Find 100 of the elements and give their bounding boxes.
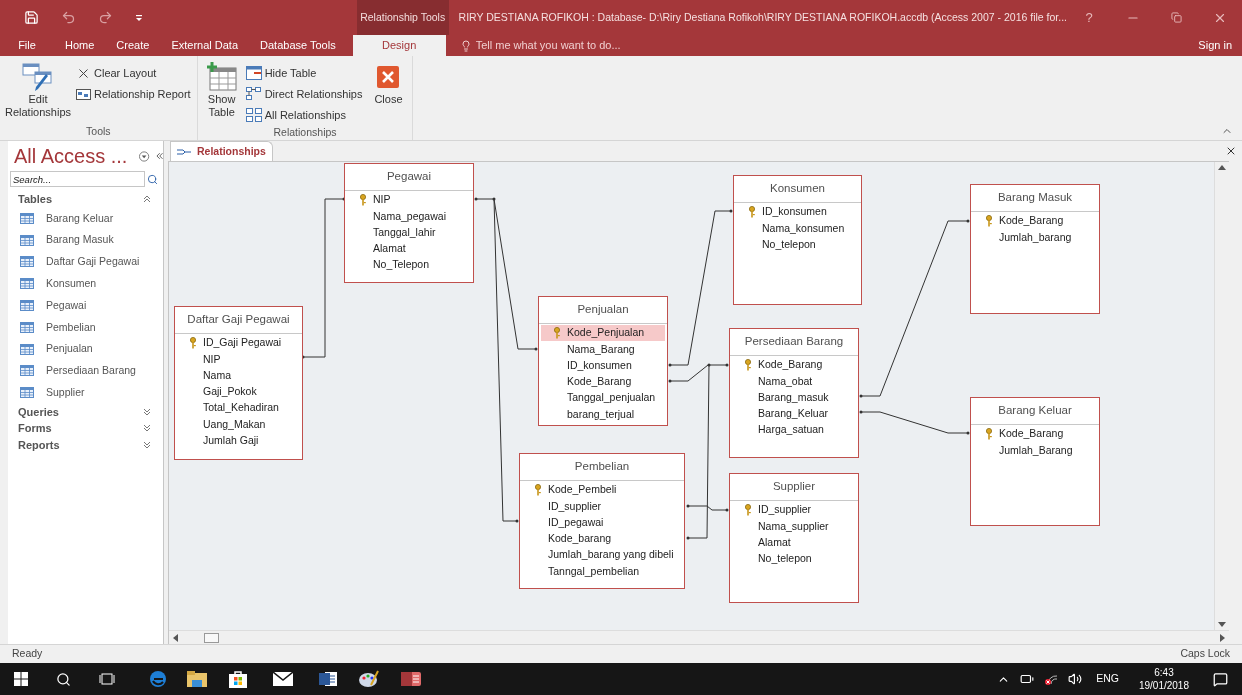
table-box[interactable]: Supplier ID_supplier Nama_supplier Alamat No_telepon — [729, 473, 859, 603]
ribbon-tab[interactable]: Database Tools — [249, 35, 347, 56]
field-name[interactable]: Nama_supplier — [758, 518, 829, 535]
navigation-group[interactable]: Queries — [8, 403, 163, 421]
battery-icon[interactable] — [1020, 672, 1035, 686]
search-icon[interactable] — [56, 671, 71, 687]
field-name[interactable]: ID_Gaji Pegawai — [203, 335, 282, 351]
navigation-item[interactable]: Supplier — [8, 381, 163, 404]
ribbon-tab[interactable]: File — [0, 35, 54, 56]
scroll-right-icon[interactable] — [1220, 633, 1226, 642]
field-name[interactable]: No_telepon — [758, 551, 812, 567]
network-disconnected-icon[interactable] — [1044, 673, 1059, 685]
field-name[interactable]: No_telepon — [762, 236, 816, 253]
paint-palette-icon[interactable] — [359, 670, 379, 688]
search-field[interactable]: Search... — [10, 171, 145, 187]
ribbon-button[interactable]: Direct Relationships — [245, 84, 365, 104]
field-name[interactable]: Harga_satuan — [758, 422, 824, 439]
field-name[interactable]: Tanggal_lahir — [373, 224, 436, 241]
field-name[interactable]: Tanggal_penjualan — [567, 390, 656, 407]
field-name[interactable]: Jumlah_barang — [999, 229, 1072, 246]
table-box[interactable]: Pegawai NIP Nama_pegawai Tanggal_lahir Alamat No_Telepon — [344, 163, 474, 283]
ribbon-button[interactable]: Show Table — [201, 60, 242, 125]
field-name[interactable]: No_Telepon — [373, 257, 430, 274]
table-box[interactable]: Barang Keluar Kode_Barang Jumlah_Barang — [970, 397, 1100, 526]
volume-icon[interactable] — [1068, 672, 1083, 686]
field-name[interactable]: Jumlah Gaji — [203, 433, 259, 449]
field-name[interactable]: Alamat — [758, 534, 791, 551]
sign-in-link[interactable]: Sign in — [1198, 35, 1242, 56]
field-name[interactable]: ID_pegawai — [548, 514, 604, 531]
close-document-icon[interactable] — [1225, 145, 1237, 157]
notifications-icon[interactable] — [1213, 671, 1228, 687]
relationship-line[interactable] — [686, 363, 711, 540]
folder-icon[interactable] — [187, 671, 207, 687]
ribbon-tab[interactable]: Create — [105, 35, 161, 56]
field-name[interactable]: Jumlah_Barang — [999, 442, 1073, 459]
ribbon-button[interactable]: Close — [368, 60, 409, 125]
field-name[interactable]: Nama_Barang — [567, 341, 635, 358]
ribbon-tab[interactable]: Home — [54, 35, 106, 56]
navigation-item[interactable]: Penjualan — [8, 338, 163, 361]
scroll-thumb[interactable] — [204, 632, 219, 643]
navigation-item[interactable]: Daftar Gaji Pegawai — [8, 251, 163, 273]
ribbon-button[interactable]: Clear Layout — [76, 63, 193, 83]
field-name[interactable]: NIP — [373, 192, 391, 208]
task-view-icon[interactable] — [99, 673, 115, 685]
field-name[interactable]: Kode_barang — [548, 531, 612, 547]
navigation-item[interactable]: Barang Keluar — [8, 207, 163, 230]
browser-icon[interactable] — [149, 670, 167, 688]
field-name[interactable]: Uang_Makan — [203, 416, 266, 433]
field-name[interactable]: Gaji_Pokok — [203, 384, 257, 400]
mail-icon[interactable] — [273, 672, 293, 686]
field-name[interactable]: Kode_Barang — [567, 374, 632, 390]
undo-icon[interactable] — [61, 10, 76, 25]
table-box[interactable]: Pembelian Kode_Pembeli ID_supplier ID_pegawai Kode_barang Jumlah_barang yang dibeli Tanngal_pembelian — [519, 453, 685, 589]
field-name[interactable]: Barang_masuk — [758, 389, 829, 406]
navigation-item[interactable]: Persediaan Barang — [8, 360, 163, 382]
field-name[interactable]: ID_konsumen — [567, 357, 632, 374]
redo-icon[interactable] — [98, 10, 113, 25]
restore-icon[interactable] — [1171, 12, 1182, 23]
field-name[interactable]: Kode_Barang — [758, 357, 823, 373]
ribbon-tab[interactable]: Design — [352, 35, 446, 56]
navigation-item[interactable]: Pegawai — [8, 294, 163, 317]
ribbon-button[interactable]: Hide Table — [245, 63, 365, 83]
ribbon-button[interactable]: Edit Relationships — [4, 60, 72, 124]
database-app-icon[interactable] — [401, 670, 421, 688]
navigation-item[interactable]: Konsumen — [8, 272, 163, 295]
field-name[interactable]: Tanngal_pembelian — [548, 563, 640, 580]
table-box[interactable]: Persediaan Barang Kode_Barang Nama_obat Barang_masuk Barang_Keluar Harga_satuan — [729, 328, 859, 458]
relationship-line[interactable] — [668, 363, 729, 383]
field-name[interactable]: Alamat — [373, 241, 406, 257]
dropdown-icon[interactable] — [139, 150, 150, 162]
field-name[interactable]: barang_terjual — [567, 406, 635, 423]
field-name[interactable]: Total_Kehadiran — [203, 400, 279, 417]
customize-icon[interactable] — [135, 13, 143, 22]
field-name[interactable]: Jumlah_barang yang dibeli — [548, 547, 674, 564]
horizontal-scrollbar[interactable] — [169, 630, 1229, 644]
field-name[interactable]: ID_konsumen — [762, 204, 827, 220]
table-box[interactable]: Daftar Gaji Pegawai ID_Gaji Pegawai NIP Nama Gaji_Pokok Total_Kehadiran Uang_Makan Jumlah Gaji — [174, 306, 303, 460]
scroll-up-icon[interactable] — [1218, 164, 1226, 170]
start-icon[interactable] — [14, 672, 28, 686]
language-indicator[interactable]: ENG — [1096, 671, 1119, 687]
scroll-left-icon[interactable] — [172, 633, 178, 642]
save-icon[interactable] — [24, 10, 39, 25]
navigation-group[interactable]: Reports — [8, 436, 163, 454]
ribbon-button[interactable]: All Relationships — [245, 105, 365, 125]
field-name[interactable]: Kode_Penjualan — [567, 325, 645, 341]
ribbon-tab[interactable]: External Data — [160, 35, 250, 56]
field-name[interactable]: Nama_pegawai — [373, 208, 446, 225]
field-name[interactable]: Kode_Pembeli — [548, 482, 617, 498]
vertical-scrollbar[interactable] — [1214, 162, 1229, 630]
help-button[interactable]: ? — [1067, 7, 1111, 28]
table-box[interactable]: Barang Masuk Kode_Barang Jumlah_barang — [970, 184, 1100, 314]
field-name[interactable]: Nama_konsumen — [762, 220, 845, 237]
navigation-group[interactable]: Forms — [8, 420, 163, 437]
relationship-line[interactable] — [492, 197, 519, 523]
table-box[interactable]: Konsumen ID_konsumen Nama_konsumen No_telepon — [733, 175, 862, 305]
collapse-pane-icon[interactable] — [155, 152, 163, 160]
field-name[interactable]: ID_supplier — [758, 502, 812, 518]
field-name[interactable]: Kode_Barang — [999, 426, 1064, 442]
field-name[interactable]: ID_supplier — [548, 498, 602, 515]
ribbon-button[interactable]: Relationship Report — [76, 84, 193, 104]
